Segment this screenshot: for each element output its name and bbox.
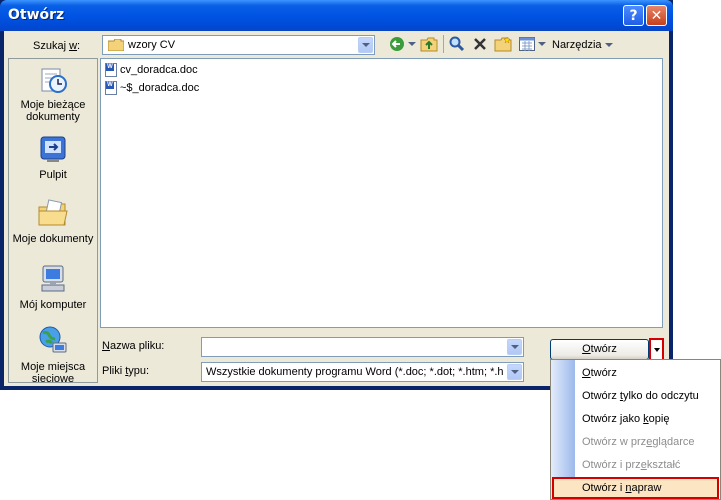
place-my-documents[interactable]: Moje dokumenty — [9, 197, 97, 245]
delete-button[interactable] — [471, 35, 489, 53]
open-button[interactable]: Otwórz — [550, 339, 649, 360]
up-one-level-button[interactable] — [420, 35, 438, 53]
dialog-title: Otwórz — [8, 7, 65, 23]
filetype-label: Pliki typu: — [102, 365, 150, 377]
menu-item-open-as-copy[interactable]: Otwórz jako kopię — [582, 413, 669, 425]
lookin-label: Szukaj w: — [33, 40, 81, 52]
new-folder-icon — [494, 36, 512, 52]
my-computer-icon — [41, 265, 65, 292]
word-document-icon — [105, 81, 117, 95]
dialog-body: Szukaj w: wzory CV Narzędzia Moje bieżąc… — [4, 31, 669, 386]
title-bar[interactable]: Otwórz ? ✕ — [0, 0, 673, 31]
lookin-value: wzory CV — [128, 39, 176, 51]
folder-icon — [108, 39, 124, 51]
menu-item-open-read-only[interactable]: Otwórz tylko do odczytu — [582, 390, 699, 402]
filetype-select[interactable]: Wszystkie dokumenty programu Word (*.doc… — [201, 362, 524, 382]
place-network[interactable]: Moje miejsca sieciowe — [9, 325, 97, 385]
file-name: cv_doradca.doc — [120, 64, 198, 76]
recent-documents-icon — [41, 68, 67, 93]
close-button[interactable]: ✕ — [646, 5, 667, 26]
place-label: Moje dokumenty — [12, 233, 94, 245]
my-documents-icon — [38, 199, 68, 226]
search-icon — [449, 36, 465, 52]
filename-label: Nazwa pliku: — [102, 340, 165, 352]
place-my-computer[interactable]: Mój komputer — [9, 263, 97, 311]
place-label: Mój komputer — [19, 299, 87, 311]
file-name: ~$_doradca.doc — [120, 82, 200, 94]
place-desktop[interactable]: Pulpit — [9, 133, 97, 181]
place-label: Moje miejsca sieciowe — [20, 361, 86, 385]
filename-dropdown-arrow[interactable] — [507, 339, 522, 355]
views-icon — [519, 37, 535, 51]
back-arrow-icon — [390, 37, 404, 51]
file-item[interactable]: cv_doradca.doc — [105, 62, 198, 78]
desktop-icon — [40, 136, 66, 162]
menu-item-open-and-repair[interactable]: Otwórz i napraw — [582, 482, 662, 494]
delete-x-icon — [474, 38, 486, 50]
toolbar-separator — [443, 35, 444, 53]
tools-dropdown-icon — [604, 43, 613, 48]
open-options-dropdown[interactable] — [649, 338, 664, 361]
word-document-icon — [105, 63, 117, 77]
tools-menu[interactable]: Narzędzia — [552, 39, 613, 51]
views-dropdown-icon[interactable] — [538, 42, 546, 46]
open-options-menu: Otwórz Otwórz tylko do odczytu Otwórz ja… — [550, 359, 721, 500]
place-label: Pulpit — [39, 169, 67, 181]
places-bar: Moje bieżące dokumenty Pulpit Moje dokum… — [8, 58, 98, 385]
views-button[interactable] — [518, 35, 536, 53]
place-recent-documents[interactable]: Moje bieżące dokumenty — [9, 63, 97, 123]
filetype-dropdown-arrow[interactable] — [507, 364, 522, 380]
search-web-button[interactable] — [448, 35, 466, 53]
lookin-dropdown-arrow[interactable] — [358, 37, 373, 53]
menu-item-open-in-browser: Otwórz w przeglądarce — [582, 436, 695, 448]
menu-item-open-and-transform: Otwórz i przekształć — [582, 459, 681, 471]
dropdown-arrow-icon — [653, 347, 660, 352]
help-button[interactable]: ? — [623, 5, 644, 26]
back-dropdown-icon[interactable] — [408, 42, 416, 46]
menu-item-open[interactable]: Otwórz — [582, 367, 617, 379]
back-button[interactable] — [388, 35, 406, 53]
file-list[interactable]: cv_doradca.doc ~$_doradca.doc — [100, 58, 663, 328]
file-item[interactable]: ~$_doradca.doc — [105, 80, 199, 96]
network-places-icon — [39, 326, 67, 353]
filetype-value: Wszystkie dokumenty programu Word (*.doc… — [206, 366, 504, 378]
filename-input[interactable] — [201, 337, 524, 357]
open-dialog-window: Otwórz ? ✕ Szukaj w: wzory CV Narzędzia … — [0, 0, 673, 390]
folder-up-icon — [420, 37, 438, 52]
lookin-combo[interactable]: wzory CV — [102, 35, 375, 55]
new-folder-button[interactable] — [494, 35, 512, 53]
place-label: Moje bieżące dokumenty — [20, 99, 86, 123]
